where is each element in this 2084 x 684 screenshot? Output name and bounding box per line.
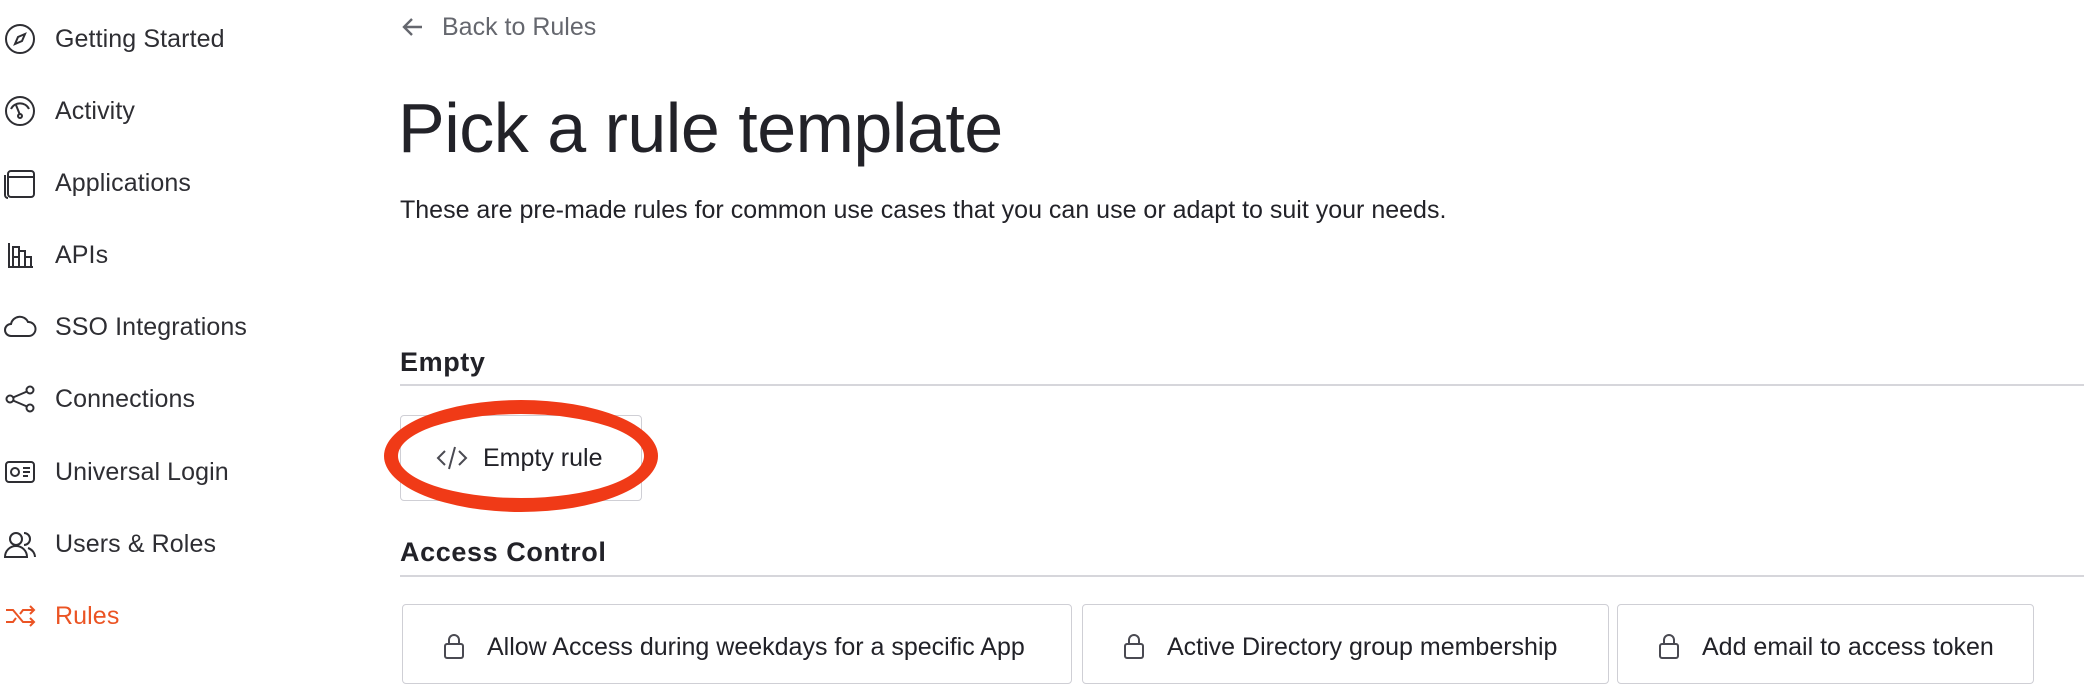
sidebar-item-rules[interactable]: Rules [0, 592, 320, 640]
page-description: These are pre-made rules for common use … [400, 196, 1447, 224]
arrow-left-icon [402, 18, 422, 36]
sidebar-item-connections[interactable]: Connections [0, 375, 320, 423]
section-divider [400, 575, 2084, 577]
sidebar-item-getting-started[interactable]: Getting Started [0, 15, 320, 63]
sidebar-item-label: Users & Roles [55, 529, 217, 558]
sidebar-item-users-roles[interactable]: Users & Roles [0, 520, 320, 568]
sidebar-item-label: Universal Login [55, 457, 229, 486]
template-card-label: Allow Access during weekdays for a speci… [487, 633, 1025, 661]
template-card-label: Active Directory group membership [1167, 633, 1558, 661]
api-blocks-icon [2, 237, 38, 273]
gauge-icon [2, 93, 38, 129]
empty-rule-label: Empty rule [483, 443, 603, 472]
sidebar-item-sso-integrations[interactable]: SSO Integrations [0, 303, 320, 351]
sidebar-item-universal-login[interactable]: Universal Login [0, 448, 320, 496]
sidebar-item-applications[interactable]: Applications [0, 159, 320, 207]
sidebar-item-label: Applications [55, 168, 192, 197]
compass-icon [2, 21, 38, 57]
id-card-icon [2, 454, 38, 490]
sidebar-item-label: SSO Integrations [55, 312, 247, 341]
sidebar-item-label: APIs [55, 240, 109, 269]
page-title: Pick a rule template [398, 89, 1003, 167]
template-card-weekday-access[interactable]: Allow Access during weekdays for a speci… [402, 604, 1072, 684]
lock-icon [444, 634, 464, 659]
lock-icon [1659, 634, 1679, 659]
sidebar-item-label: Getting Started [55, 24, 225, 53]
sidebar-item-label: Rules [55, 601, 120, 630]
sidebar-item-apis[interactable]: APIs [0, 231, 320, 279]
back-link-label: Back to Rules [442, 12, 597, 41]
lock-icon [1124, 634, 1144, 659]
sidebar-item-activity[interactable]: Activity [0, 87, 320, 135]
section-heading-access-control: Access Control [400, 537, 607, 567]
section-divider [400, 384, 2084, 386]
code-icon [436, 446, 468, 470]
section-heading-empty: Empty [400, 347, 486, 377]
back-to-rules-link[interactable]: Back to Rules [400, 8, 596, 46]
window-icon [2, 165, 38, 201]
template-card-email-token[interactable]: Add email to access token [1617, 604, 2034, 684]
template-card-label: Add email to access token [1702, 633, 1994, 661]
users-icon [2, 526, 38, 562]
sidebar-item-label: Connections [55, 384, 196, 413]
shuffle-icon [2, 598, 38, 634]
sidebar-nav: Getting Started Activity Applications AP… [0, 0, 330, 650]
empty-rule-card[interactable]: Empty rule [400, 415, 642, 501]
share-nodes-icon [2, 381, 38, 417]
template-card-ad-group[interactable]: Active Directory group membership [1082, 604, 1609, 684]
cloud-icon [2, 309, 38, 345]
sidebar-item-label: Activity [55, 96, 135, 125]
